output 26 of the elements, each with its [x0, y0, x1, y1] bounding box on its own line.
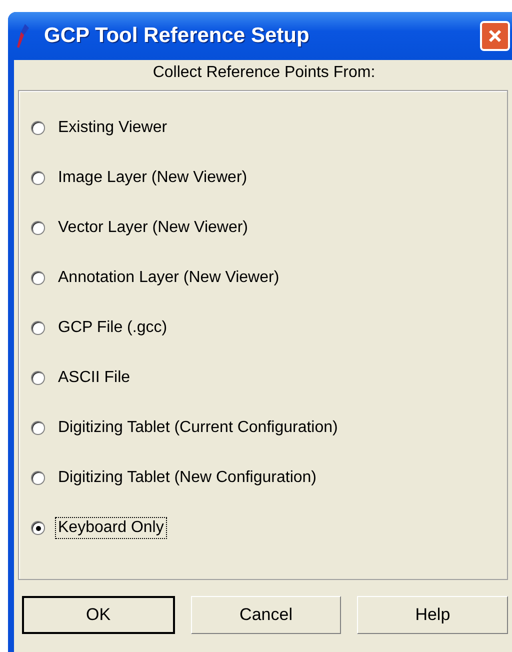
radio-button[interactable] [31, 471, 45, 485]
radio-label[interactable]: Image Layer (New Viewer) [55, 167, 250, 189]
dialog-button[interactable]: Cancel [190, 596, 342, 634]
radio-label[interactable]: Vector Layer (New Viewer) [55, 217, 251, 239]
close-button[interactable] [480, 21, 510, 51]
radio-button[interactable] [31, 521, 45, 535]
radio-label[interactable]: Keyboard Only [55, 517, 167, 539]
radio-button[interactable] [31, 321, 45, 335]
radio-button[interactable] [31, 221, 45, 235]
radio-button[interactable] [31, 421, 45, 435]
radio-label[interactable]: Annotation Layer (New Viewer) [55, 267, 282, 289]
radio-button[interactable] [31, 121, 45, 135]
dialog-button[interactable]: Help [357, 596, 508, 634]
pin-icon [16, 23, 30, 49]
radio-button[interactable] [31, 371, 45, 385]
close-icon [487, 28, 503, 44]
group-heading: Collect Reference Points From: [152, 63, 376, 83]
dialog-button[interactable]: OK [22, 596, 175, 634]
radio-label[interactable]: GCP File (.gcc) [55, 317, 170, 339]
radio-label[interactable]: Digitizing Tablet (Current Configuration) [55, 417, 341, 439]
radio-button[interactable] [31, 171, 45, 185]
radio-label[interactable]: Existing Viewer [55, 117, 170, 139]
radio-button[interactable] [31, 271, 45, 285]
radio-label[interactable]: Digitizing Tablet (New Configuration) [55, 467, 320, 489]
window-title: GCP Tool Reference Setup [44, 24, 310, 48]
radio-label[interactable]: ASCII File [55, 367, 134, 389]
